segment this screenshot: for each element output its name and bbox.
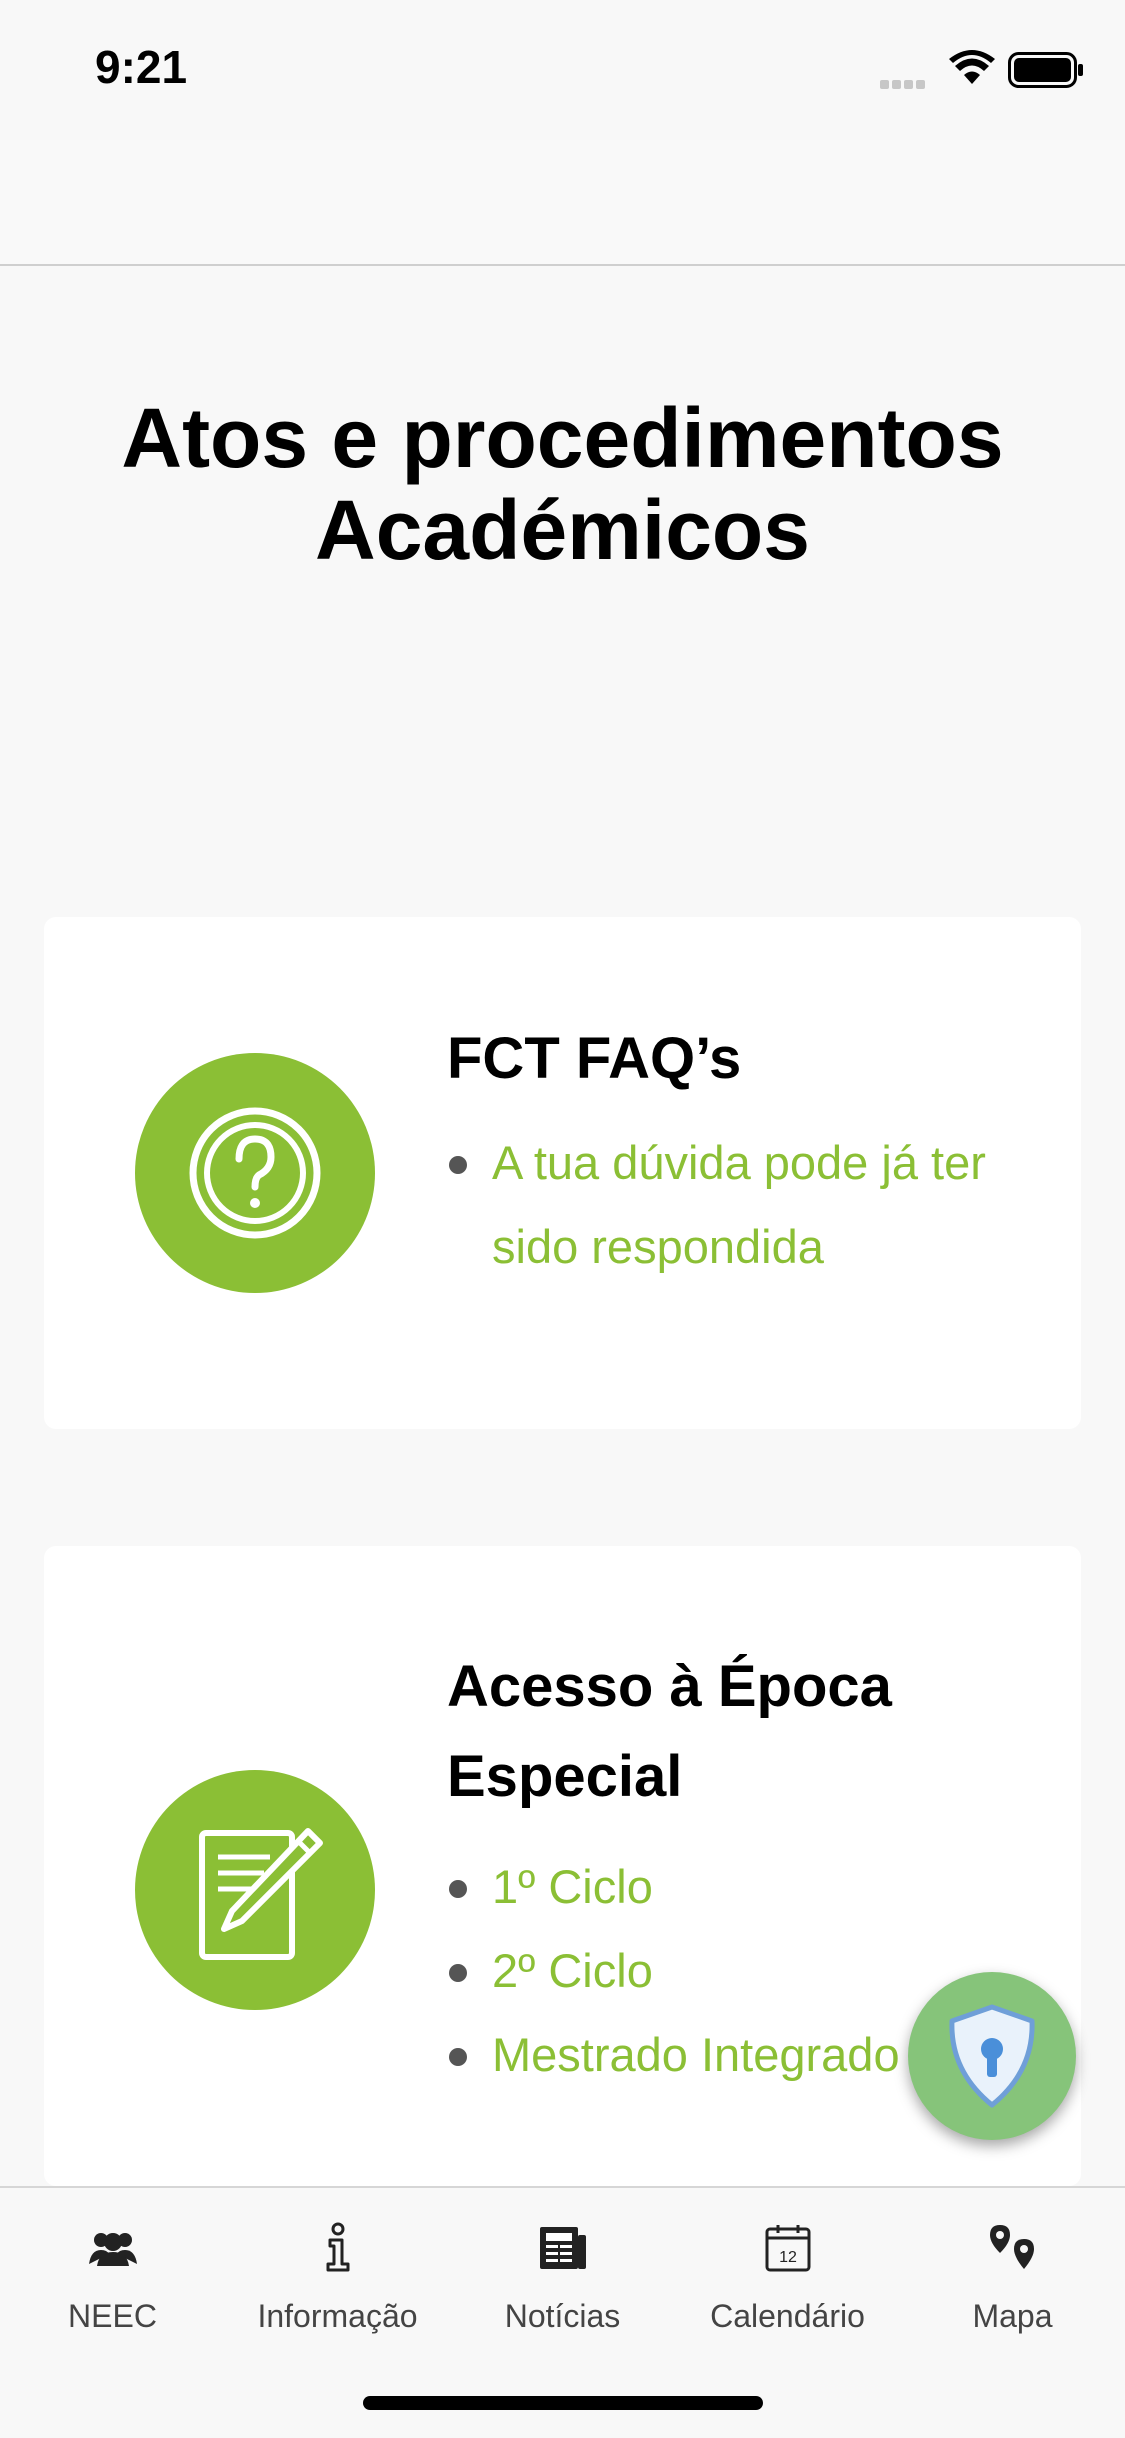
epoca-especial-icon-circle <box>135 1770 375 2010</box>
link-2-ciclo[interactable]: 2º Ciclo <box>447 1929 1007 2013</box>
status-time: 9:21 <box>95 41 188 93</box>
tab-calendario[interactable]: 12 Calendário <box>675 2218 900 2358</box>
faq-link-list: A tua dúvida pode já ter sido respondida <box>447 1121 1067 1289</box>
question-circle-icon <box>189 1107 321 1239</box>
epoca-especial-card-title: Acesso à Época Especial <box>447 1654 892 1809</box>
group-icon <box>88 2233 137 2266</box>
newspaper-icon <box>539 2227 586 2269</box>
faq-icon-circle <box>135 1053 375 1293</box>
cellular-signal-icon <box>880 76 928 94</box>
shield-lock-icon <box>949 2004 1035 2108</box>
faq-card: FCT FAQ’s A tua dúvida pode já ter sido … <box>44 917 1081 1429</box>
status-bar: 9:21 <box>0 0 1125 140</box>
tab-noticias-label: Notícias <box>504 2298 621 2334</box>
faq-link[interactable]: A tua dúvida pode já ter sido respondida <box>447 1121 1067 1289</box>
tab-informacao-label: Informação <box>257 2298 418 2334</box>
page-title: Atos e procedimentos Académicos <box>121 391 1004 577</box>
calendar-icon: 12 <box>765 2225 810 2272</box>
tab-neec[interactable]: NEEC <box>0 2218 225 2358</box>
map-pins-icon <box>989 2225 1034 2269</box>
tab-noticias[interactable]: Notícias <box>450 2218 675 2358</box>
tab-mapa-label: Mapa <box>972 2298 1053 2334</box>
svg-text:12: 12 <box>779 2249 797 2266</box>
link-1-ciclo[interactable]: 1º Ciclo <box>447 1845 1007 1929</box>
home-indicator[interactable] <box>363 2396 763 2410</box>
tab-informacao[interactable]: Informação <box>225 2218 450 2358</box>
battery-icon <box>1008 52 1083 88</box>
faq-card-title: FCT FAQ’s <box>447 1026 742 1091</box>
navigation-header <box>0 140 1125 266</box>
tab-calendario-label: Calendário <box>710 2298 865 2334</box>
tab-mapa[interactable]: Mapa <box>900 2218 1125 2358</box>
privacy-fab-button[interactable] <box>908 1972 1076 2140</box>
info-icon <box>326 2222 349 2272</box>
wifi-icon <box>949 50 995 84</box>
tab-neec-label: NEEC <box>68 2298 157 2334</box>
document-pencil-icon <box>199 1828 323 1960</box>
